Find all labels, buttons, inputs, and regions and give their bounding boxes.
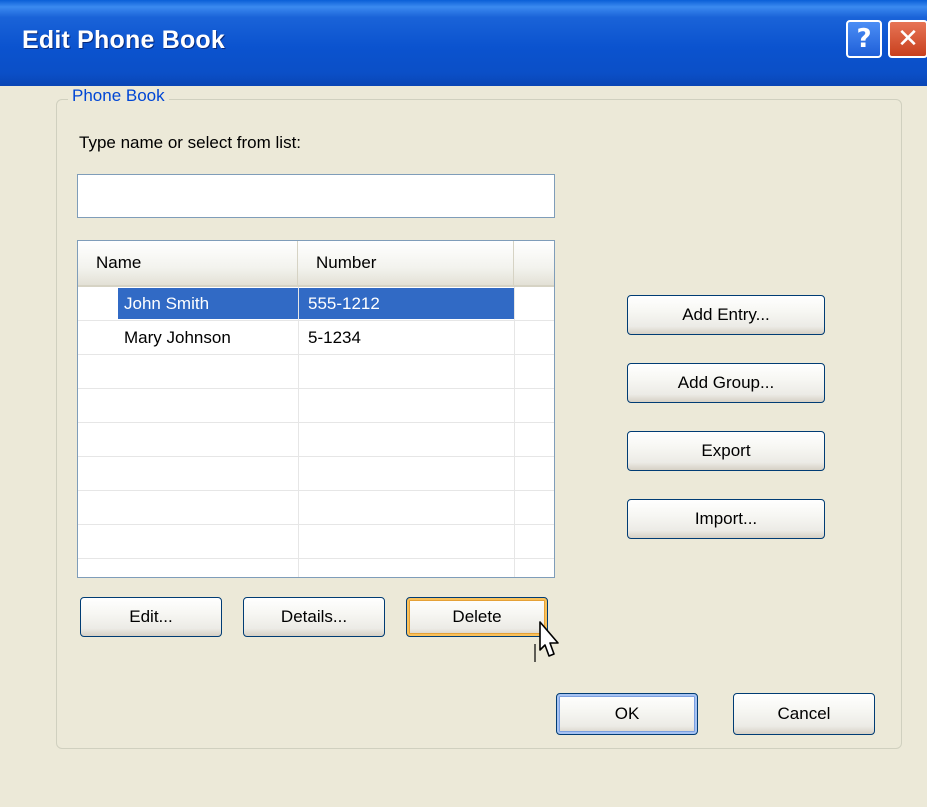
search-input[interactable] [77, 174, 555, 218]
delete-button[interactable]: Delete [406, 597, 548, 637]
table-row[interactable]: Mary Johnson 5-1234 [78, 321, 554, 355]
table-row [78, 525, 554, 559]
table-row [78, 389, 554, 423]
title-bar: Edit Phone Book ? ✕ [0, 0, 927, 86]
phone-book-list[interactable]: Name Number John Smith 555-1212 Mary Johns… [77, 240, 555, 578]
export-button[interactable]: Export [627, 431, 825, 471]
table-row [78, 457, 554, 491]
import-button[interactable]: Import... [627, 499, 825, 539]
edit-button[interactable]: Edit... [80, 597, 222, 637]
window-title: Edit Phone Book [22, 26, 225, 54]
table-row [78, 491, 554, 525]
column-divider [298, 287, 299, 577]
search-prompt-label: Type name or select from list: [79, 133, 302, 152]
column-header-filler [514, 241, 554, 285]
column-divider [514, 287, 515, 577]
ok-button[interactable]: OK [556, 693, 698, 735]
help-icon[interactable]: ? [846, 20, 882, 58]
row-number: 555-1212 [308, 294, 380, 313]
mouse-pointer-icon [534, 621, 559, 662]
column-header-name[interactable]: Name [78, 241, 298, 285]
table-row[interactable]: John Smith 555-1212 [78, 287, 554, 321]
row-number: 5-1234 [308, 328, 361, 347]
add-entry-button[interactable]: Add Entry... [627, 295, 825, 335]
cancel-button[interactable]: Cancel [733, 693, 875, 735]
column-header-number[interactable]: Number [298, 241, 514, 285]
table-row [78, 423, 554, 457]
add-group-button[interactable]: Add Group... [627, 363, 825, 403]
table-row [78, 355, 554, 389]
details-button[interactable]: Details... [243, 597, 385, 637]
group-legend: Phone Book [68, 86, 169, 106]
list-header: Name Number [78, 241, 554, 287]
close-icon[interactable]: ✕ [888, 20, 927, 58]
row-name: Mary Johnson [124, 328, 231, 347]
row-name: John Smith [124, 294, 210, 313]
